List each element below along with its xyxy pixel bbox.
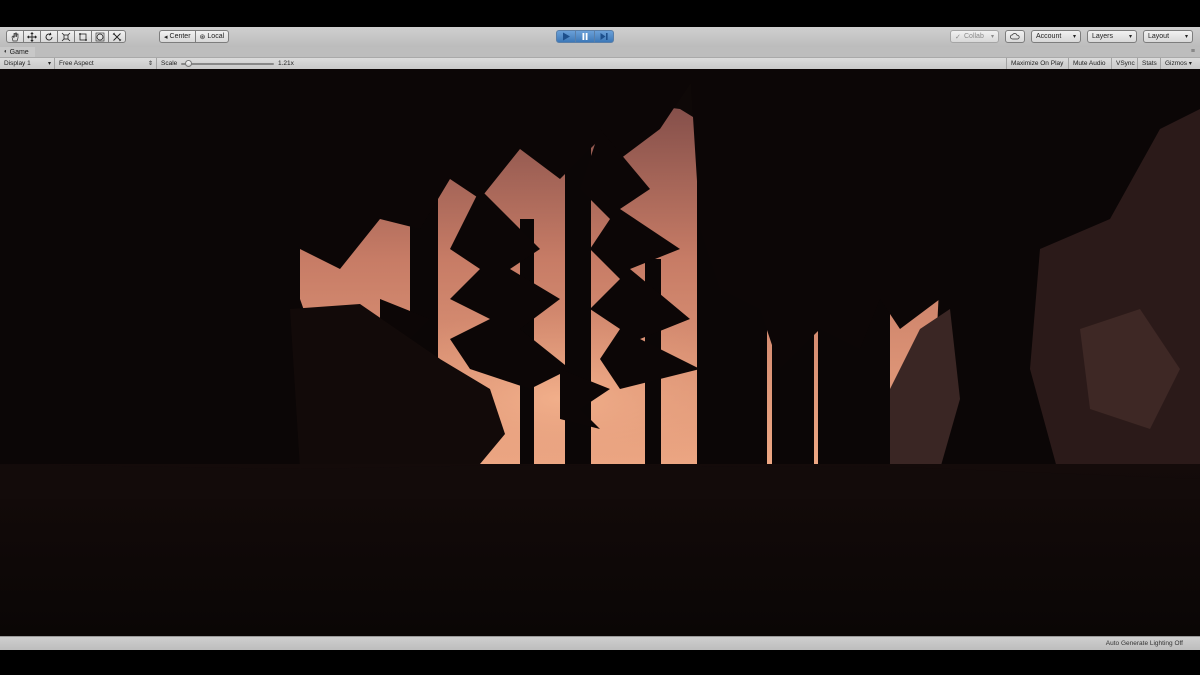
transform-icon [95,32,105,41]
collab-check-icon: ✓ [955,33,961,41]
pivot-toggles: ◂ Center ⊛ Local [159,30,230,43]
scale-label-text: Scale [161,60,178,67]
aspect-label: Free Aspect [59,60,94,67]
collab-label: Collab [964,33,984,40]
rect-tool-button[interactable] [74,30,92,43]
collab-group: ✓ Collab ▾ [950,30,999,43]
gizmos-label: Gizmos [1165,60,1188,67]
cloud-icon [1010,33,1020,40]
chevron-down-icon: ▾ [1184,34,1188,40]
hand-tool-button[interactable] [6,30,24,43]
stats-toggle[interactable]: Stats [1137,58,1161,69]
scale-icon [61,32,71,41]
transform-tools [6,30,126,43]
pivot-label: Center [169,33,191,40]
pivot-rotation-button[interactable]: ⊛ Local [194,30,230,43]
letterbox-top [0,0,1200,27]
tab-game-label: Game [9,48,29,56]
wrench-icon [112,32,122,41]
pivot-icon: ◂ [164,33,168,41]
tab-menu-icon[interactable]: ≡ [1191,47,1195,57]
cloud-group [1005,30,1025,43]
game-viewport[interactable] [0,69,1200,636]
scale-slider-track[interactable] [181,63,274,65]
layers-label: Layers [1092,33,1114,40]
aspect-dropdown[interactable]: Free Aspect ⇕ [55,58,157,69]
tab-bar: ◐ Game ≡ [0,47,1200,57]
rect-icon [79,32,87,41]
chevron-down-icon: ▾ [1072,34,1076,40]
chevron-down-icon: ▾ [990,34,994,40]
rotate-tool-button[interactable] [40,30,58,43]
custom-tool-button[interactable] [108,30,126,43]
scale-value: 1.21x [278,60,294,67]
chevron-down-icon: ⇕ [147,61,153,67]
layers-dropdown[interactable]: Layers ▾ [1087,30,1137,43]
chevron-down-icon: ▾ [1188,61,1192,67]
scale-tool-button[interactable] [57,30,75,43]
mute-audio-toggle[interactable]: Mute Audio [1068,58,1110,69]
layout-dropdown[interactable]: Layout ▾ [1143,30,1193,43]
play-button[interactable] [556,30,576,43]
main-toolbar: ◂ Center ⊛ Local ✓ Collab ▾ Account ▾ La… [0,27,1200,48]
chevron-down-icon: ▾ [1128,34,1132,40]
account-label: Account [1036,33,1062,40]
letterbox-bottom [0,650,1200,675]
forest-scene [0,69,1200,636]
pause-button[interactable] [575,30,595,43]
hand-icon [11,32,19,41]
layers-group: Layers ▾ [1087,30,1137,43]
move-icon [27,31,37,42]
pivot-mode-button[interactable]: ◂ Center [159,30,196,43]
step-button[interactable] [594,30,614,43]
status-bar: Auto Generate Lighting Off [0,636,1200,650]
account-dropdown[interactable]: Account ▾ [1031,30,1081,43]
rotate-icon [45,32,53,40]
rotation-label: Local [207,33,225,40]
gizmos-dropdown[interactable]: Gizmos ▾ [1160,58,1200,69]
cloud-button[interactable] [1005,30,1025,43]
vsync-toggle[interactable]: VSync [1111,58,1139,69]
display-label: Display 1 [4,60,31,67]
globe-icon: ⊛ [199,33,206,41]
playback-controls [556,30,614,43]
account-group: Account ▾ [1031,30,1081,43]
maximize-on-play-toggle[interactable]: Maximize On Play [1006,58,1067,69]
move-tool-button[interactable] [23,30,41,43]
game-controller-icon: ◐ [4,49,8,55]
pause-icon [582,33,588,40]
layout-group: Layout ▾ [1143,30,1193,43]
lighting-status[interactable]: Auto Generate Lighting Off [1106,637,1183,650]
transform-tool-button[interactable] [91,30,109,43]
display-dropdown[interactable]: Display 1 ▾ [0,58,55,69]
play-icon [563,32,570,41]
layout-label: Layout [1148,33,1170,40]
collab-dropdown[interactable]: ✓ Collab ▾ [950,30,999,43]
chevron-down-icon: ▾ [47,61,51,67]
step-icon [600,33,608,40]
tab-game[interactable]: ◐ Game [0,47,35,57]
